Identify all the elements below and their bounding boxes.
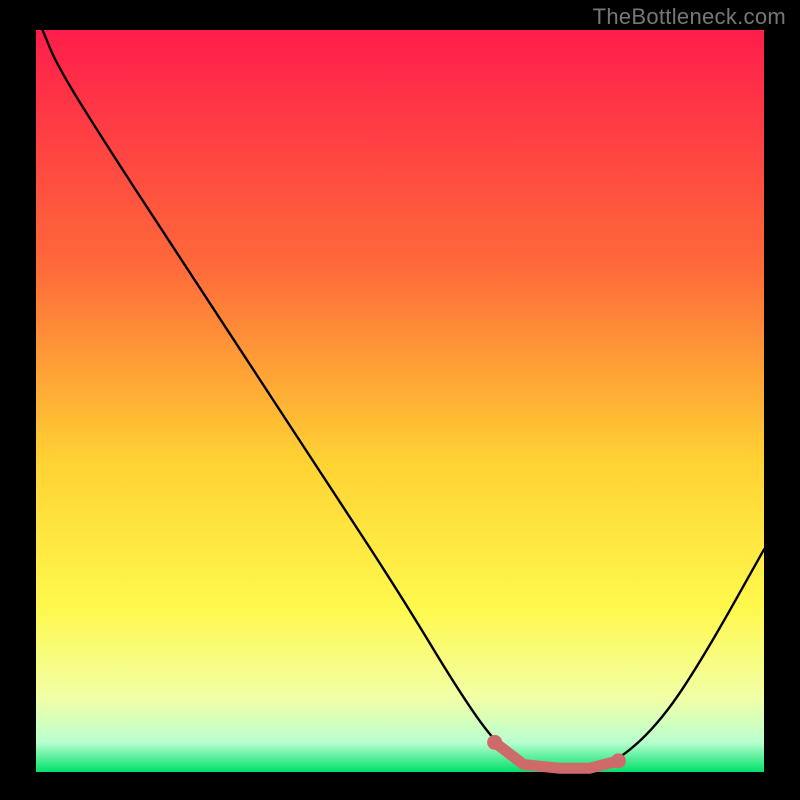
- chart-svg: [0, 0, 800, 800]
- chart-stage: { "watermark": "TheBottleneck.com", "col…: [0, 0, 800, 800]
- plot-background: [36, 30, 764, 772]
- optimal-range-start: [487, 735, 502, 750]
- optimal-range-end: [611, 753, 626, 768]
- watermark-text: TheBottleneck.com: [593, 4, 786, 30]
